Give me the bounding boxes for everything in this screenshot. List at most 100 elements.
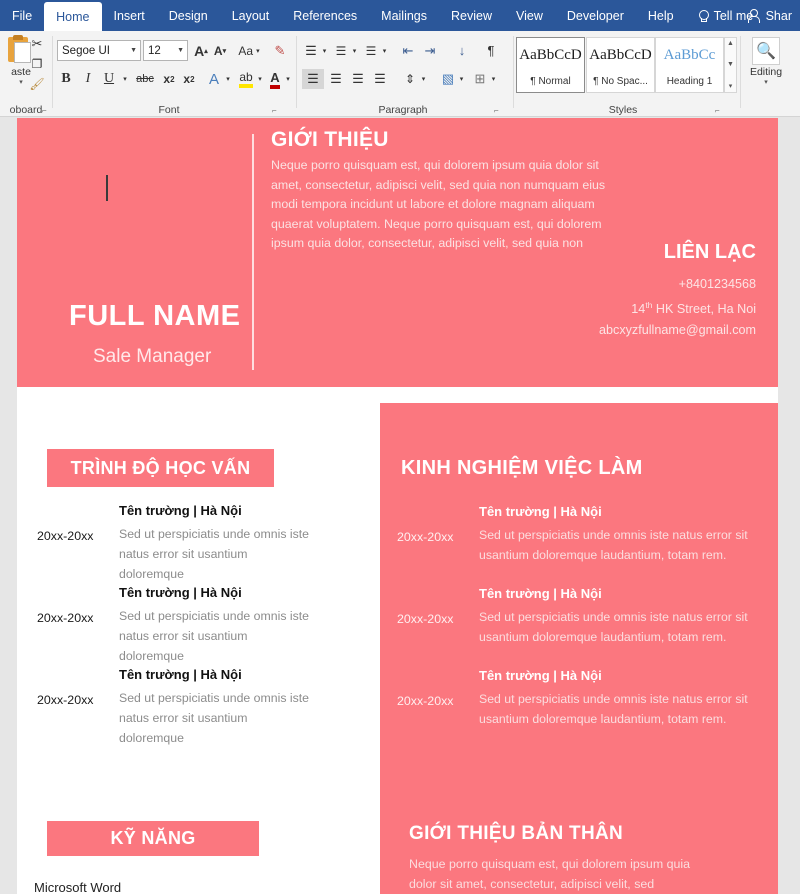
scroll-down-icon[interactable]: ▼: [727, 61, 734, 68]
shading-icon[interactable]: ▧: [438, 69, 458, 89]
style-heading-1-sample: AaBbCc: [663, 47, 716, 63]
superscript-button[interactable]: x2: [179, 69, 199, 89]
style-no-spacing-sample: AaBbCcD: [589, 47, 652, 63]
style-heading-1[interactable]: AaBbCc Heading 1: [655, 37, 724, 93]
multilevel-list-icon[interactable]: ☰: [362, 41, 380, 60]
experience-entry-3-year: 20xx-20xx: [397, 694, 454, 708]
decrease-indent-icon[interactable]: ⇤: [398, 41, 418, 60]
lightbulb-icon: [698, 10, 709, 22]
paragraph-dialog-launcher[interactable]: ⌐: [494, 106, 503, 115]
shrink-font-button[interactable]: A ▾: [211, 41, 229, 60]
education-entry-1-org: Tên trường | Hà Nội: [119, 503, 242, 518]
text-effects-dropdown-icon[interactable]: ▾: [223, 69, 233, 89]
underline-dropdown-icon[interactable]: ▾: [120, 69, 130, 89]
italic-button[interactable]: I: [79, 69, 97, 89]
underline-button[interactable]: U: [100, 69, 118, 89]
text-effects-icon[interactable]: A: [204, 69, 224, 89]
style-heading-1-label: Heading 1: [666, 76, 713, 87]
tab-references[interactable]: References: [281, 0, 369, 31]
sort-icon[interactable]: ↓: [452, 41, 472, 60]
tab-insert[interactable]: Insert: [102, 0, 157, 31]
education-heading: TRÌNH ĐỘ HỌC VẤN: [47, 449, 274, 487]
tab-developer[interactable]: Developer: [555, 0, 636, 31]
experience-entry-3-org: Tên trường | Hà Nội: [479, 668, 602, 683]
strikethrough-button[interactable]: abc: [133, 69, 157, 89]
font-color-dropdown-icon[interactable]: ▾: [283, 69, 293, 89]
chevron-down-icon: ▼: [130, 47, 137, 54]
search-icon: 🔍: [752, 37, 780, 65]
experience-heading: KINH NGHIỆM VIỆC LÀM: [401, 457, 643, 479]
skill-item-1: Microsoft Word: [34, 880, 122, 894]
job-title: Sale Manager: [93, 346, 212, 367]
group-label-font: Font: [158, 104, 180, 116]
full-name: FULL NAME: [69, 300, 241, 332]
format-painter-icon[interactable]: 🖌: [28, 75, 46, 93]
contact-block: +8401234568 14th HK Street, Ha Noi abcxy…: [599, 274, 756, 341]
style-no-spacing-label: ¶ No Spac...: [593, 76, 648, 87]
shading-dropdown-icon[interactable]: ▾: [457, 69, 466, 89]
share-button[interactable]: Shar: [740, 0, 800, 31]
font-size-select[interactable]: 12 ▼: [143, 40, 188, 61]
education-entry-3-org: Tên trường | Hà Nội: [119, 667, 242, 682]
tab-mailings[interactable]: Mailings: [369, 0, 439, 31]
experience-entry-2-org: Tên trường | Hà Nội: [479, 586, 602, 601]
align-center-icon[interactable]: ☰: [325, 69, 347, 89]
text-cursor: [106, 175, 108, 201]
clipboard-dialog-launcher[interactable]: ⌐: [42, 106, 51, 115]
font-color-icon[interactable]: A: [266, 69, 284, 89]
tab-file[interactable]: File: [0, 0, 44, 31]
group-label-paragraph: Paragraph: [378, 104, 428, 116]
copy-icon[interactable]: ❐: [28, 55, 46, 73]
document-canvas[interactable]: GIỚI THIỆU Neque porro quisquam est, qui…: [0, 118, 800, 894]
align-right-icon[interactable]: ☰: [347, 69, 369, 89]
styles-dialog-launcher[interactable]: ⌐: [715, 106, 724, 115]
tab-view[interactable]: View: [504, 0, 555, 31]
education-entry-1-year: 20xx-20xx: [37, 529, 94, 543]
font-family-value: Segoe UI: [62, 44, 110, 57]
tab-design[interactable]: Design: [157, 0, 220, 31]
justify-icon[interactable]: ☰: [369, 69, 391, 89]
contact-email: abcxyzfullname@gmail.com: [599, 323, 756, 338]
resume-page[interactable]: GIỚI THIỆU Neque porro quisquam est, qui…: [17, 118, 778, 894]
bullets-dropdown-icon[interactable]: ▾: [320, 41, 329, 60]
contact-heading: LIÊN LẠC: [663, 241, 756, 263]
experience-entry-2-year: 20xx-20xx: [397, 612, 454, 626]
gallery-more-icon[interactable]: ▾: [729, 82, 733, 90]
borders-icon[interactable]: ⊞: [470, 69, 490, 89]
align-left-icon[interactable]: ☰: [302, 69, 324, 89]
skills-heading: KỸ NĂNG: [47, 821, 259, 856]
share-label: Shar: [765, 8, 792, 23]
cut-icon[interactable]: ✂: [28, 35, 46, 53]
borders-dropdown-icon[interactable]: ▾: [489, 69, 498, 89]
tab-home[interactable]: Home: [44, 2, 102, 31]
highlight-dropdown-icon[interactable]: ▾: [255, 69, 265, 89]
tab-help[interactable]: Help: [636, 0, 686, 31]
style-no-spacing[interactable]: AaBbCcD ¶ No Spac...: [586, 37, 655, 93]
education-entry-3-year: 20xx-20xx: [37, 693, 94, 707]
style-normal-label: ¶ Normal: [530, 76, 571, 87]
multilevel-dropdown-icon[interactable]: ▾: [380, 41, 389, 60]
styles-gallery-scroll[interactable]: ▲ ▼ ▾: [724, 37, 737, 93]
tab-review[interactable]: Review: [439, 0, 504, 31]
bold-button[interactable]: B: [57, 69, 75, 89]
clear-formatting-icon[interactable]: ✎: [270, 41, 290, 60]
increase-indent-icon[interactable]: ⇥: [420, 41, 440, 60]
experience-entry-2-desc: Sed ut perspiciatis unde omnis iste natu…: [479, 610, 748, 644]
scroll-up-icon[interactable]: ▲: [727, 40, 734, 47]
numbering-icon[interactable]: ☰: [332, 41, 350, 60]
change-case-button[interactable]: Aa ▾: [234, 41, 264, 60]
font-family-select[interactable]: Segoe UI ▼: [57, 40, 141, 61]
font-dialog-launcher[interactable]: ⌐: [272, 106, 281, 115]
line-spacing-icon[interactable]: ⇕: [400, 69, 420, 89]
highlight-icon[interactable]: ab: [236, 69, 256, 89]
show-marks-icon[interactable]: ¶: [482, 41, 500, 60]
tab-layout[interactable]: Layout: [220, 0, 282, 31]
grow-font-button[interactable]: A ▴: [192, 41, 210, 60]
editing-button[interactable]: 🔍 Editing ▾: [744, 35, 788, 86]
line-spacing-dropdown-icon[interactable]: ▾: [419, 69, 428, 89]
numbering-dropdown-icon[interactable]: ▾: [350, 41, 359, 60]
style-normal[interactable]: AaBbCcD ¶ Normal: [516, 37, 585, 93]
bullets-icon[interactable]: ☰: [302, 41, 320, 60]
intro-paragraph: Neque porro quisquam est, qui dolorem ip…: [271, 158, 606, 251]
subscript-button[interactable]: x2: [159, 69, 179, 89]
